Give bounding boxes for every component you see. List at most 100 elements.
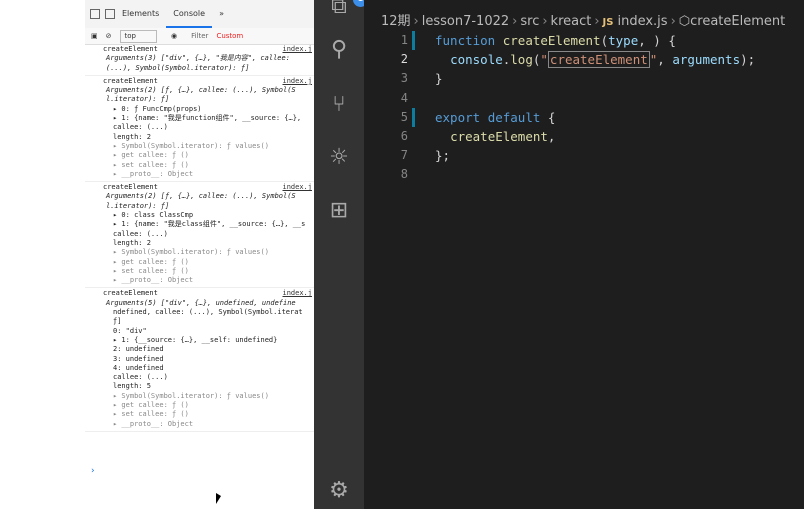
console-line: ƒ]: [113, 317, 122, 326]
console-line: Arguments(2) [ƒ, {…}, callee: (...), Sym…: [106, 192, 296, 201]
console-line: (...), Symbol(Symbol.iterator): ƒ]: [106, 63, 250, 72]
search-icon[interactable]: ⚲: [326, 37, 352, 63]
console-line[interactable]: ▸ get callee: ƒ (): [103, 258, 314, 267]
console-line[interactable]: ▸ set callee: ƒ (): [103, 267, 314, 276]
inspect-icon[interactable]: [90, 9, 100, 19]
source-link[interactable]: index.j: [282, 183, 312, 192]
console-line[interactable]: ▸ Symbol(Symbol.iterator): ƒ values(): [103, 142, 314, 151]
line-number-gutter: 1 2 3 4 5 6 7 8: [364, 31, 408, 185]
console-entry-title: createElement: [103, 45, 158, 53]
breadcrumb-item[interactable]: lesson7-1022: [422, 14, 509, 29]
selected-text: createElement: [547, 51, 650, 69]
console-line[interactable]: ▸ set callee: ƒ (): [103, 410, 314, 419]
console-line[interactable]: ▸ 0: class ClassCmp: [103, 211, 314, 220]
console-log: createElement index.j Arguments(3) ["div",…: [85, 44, 314, 432]
console-line: ndefined, callee: (...), Symbol(Symbol.i…: [113, 308, 303, 317]
git-change-indicator: [412, 31, 415, 50]
console-line[interactable]: ▸ 1: {__source: {…}, __self: undefined}: [103, 336, 314, 345]
console-line: 2: undefined: [113, 345, 164, 354]
cube-icon: ⬡: [678, 14, 691, 29]
console-line: length: 2: [113, 132, 151, 141]
activity-bar: ⧉ 1 ⚲ ⑂ ☼ ⊞ ⚙: [314, 0, 368, 509]
devtools-tabbar: Elements Console »: [85, 0, 314, 29]
clear-console-icon[interactable]: ⊘: [106, 32, 112, 40]
console-line: l.iterator): ƒ]: [106, 95, 170, 104]
sidebar-toggle-icon[interactable]: ▣: [91, 32, 98, 40]
tab-elements[interactable]: Elements: [115, 0, 166, 28]
tab-console[interactable]: Console: [166, 0, 213, 28]
breadcrumb-item[interactable]: 12期: [381, 14, 411, 29]
debug-icon[interactable]: ☼: [326, 145, 352, 171]
breadcrumb-item[interactable]: createElement: [690, 14, 785, 29]
line-number: 4: [400, 90, 408, 105]
breadcrumb-item[interactable]: index.js: [617, 14, 667, 29]
console-entry[interactable]: createElement index.j Arguments(2) [ƒ, {…}…: [85, 76, 314, 183]
device-toggle-icon[interactable]: [105, 9, 115, 19]
console-line[interactable]: ▸ 1: {name: "我是function组件", __source: {……: [103, 114, 314, 123]
console-line[interactable]: ▸ Symbol(Symbol.iterator): ƒ values(): [103, 392, 314, 401]
line-number: 2: [400, 52, 408, 67]
console-line: length: 2: [113, 238, 151, 247]
breadcrumb: 12期 › lesson7-1022 › src › kreact › JS index.js › ⬡…: [381, 14, 786, 29]
more-tabs-button[interactable]: »: [212, 0, 231, 28]
code-line: };: [435, 148, 451, 164]
console-entry-title: createElement: [103, 76, 158, 85]
source-link[interactable]: index.j: [282, 289, 312, 298]
console-line: callee: (...): [113, 229, 168, 238]
code-line: function createElement(type, ) {: [435, 33, 676, 48]
console-line: callee: (...): [113, 373, 168, 382]
code-line: createElement,: [450, 128, 556, 144]
line-number: 8: [400, 167, 408, 182]
console-entry[interactable]: createElement index.j Arguments(5) ["div",…: [85, 288, 314, 432]
console-entry-title: createElement: [103, 289, 158, 298]
js-file-icon: JS: [602, 17, 614, 28]
context-select[interactable]: top: [119, 29, 157, 43]
console-line: Arguments(2) [ƒ, {…}, callee: (...), Sym…: [106, 86, 296, 95]
line-number: 3: [400, 71, 408, 86]
breadcrumb-item[interactable]: src: [520, 14, 539, 29]
breadcrumb-item[interactable]: kreact: [551, 14, 592, 29]
extensions-icon[interactable]: ⊞: [326, 198, 352, 224]
filter-input[interactable]: Filter: [191, 32, 208, 40]
log-levels-select[interactable]: Custom: [216, 32, 243, 40]
source-link[interactable]: index.j: [282, 45, 312, 53]
line-number: 5: [400, 109, 408, 124]
console-line: l.iterator): ƒ]: [106, 201, 170, 210]
mouse-cursor-icon: [216, 493, 221, 504]
console-entry[interactable]: createElement index.j Arguments(2) [ƒ, {…}…: [85, 182, 314, 289]
line-number: 6: [400, 128, 408, 143]
devtools-left-panel: [0, 0, 85, 509]
code-line: console.log(" createElement ", arguments);: [450, 51, 756, 69]
console-line: Arguments(5) ["div", {…}, undefined, und…: [106, 298, 296, 307]
console-line[interactable]: ▸ set callee: ƒ (): [103, 161, 314, 170]
console-line: 3: undefined: [113, 354, 164, 363]
source-control-icon[interactable]: ⑂: [326, 92, 352, 118]
console-line: length: 5: [113, 382, 151, 391]
console-entry-title: createElement: [103, 183, 158, 192]
console-prompt[interactable]: ›: [90, 466, 95, 476]
code-content[interactable]: function createElement(type, ) { console…: [435, 31, 755, 185]
settings-icon[interactable]: ⚙: [326, 478, 352, 504]
explorer-icon[interactable]: ⧉ 1: [326, 0, 368, 20]
console-line[interactable]: ▸ 0: ƒ FuncCmp(props): [103, 105, 314, 114]
console-line[interactable]: ▸ __proto__: Object: [103, 170, 314, 179]
console-line: callee: (...): [113, 123, 168, 132]
console-line: 4: undefined: [113, 363, 164, 372]
line-number: 1: [400, 33, 408, 47]
line-number: 7: [400, 148, 408, 163]
source-link[interactable]: index.j: [282, 76, 312, 85]
console-line[interactable]: ▸ get callee: ƒ (): [103, 151, 314, 160]
console-line[interactable]: ▸ Symbol(Symbol.iterator): ƒ values(): [103, 248, 314, 257]
console-line: 0: "div": [113, 326, 147, 335]
git-change-indicator: [412, 108, 415, 127]
console-entry[interactable]: createElement index.j Arguments(3) ["div",…: [85, 44, 314, 76]
console-line[interactable]: ▸ get callee: ƒ (): [103, 401, 314, 410]
console-line[interactable]: ▸ 1: {name: "我是class组件", __source: {…}, …: [103, 220, 314, 229]
console-line[interactable]: ▸ __proto__: Object: [103, 420, 314, 429]
eye-icon[interactable]: ◉: [171, 32, 177, 40]
code-editor[interactable]: 12期 › lesson7-1022 › src › kreact › JS index.js › ⬡…: [364, 0, 804, 509]
code-line: }: [435, 71, 443, 87]
console-line: Arguments(3) ["div", {…}, "我是内容", callee…: [106, 54, 290, 63]
console-line[interactable]: ▸ __proto__: Object: [103, 276, 314, 285]
